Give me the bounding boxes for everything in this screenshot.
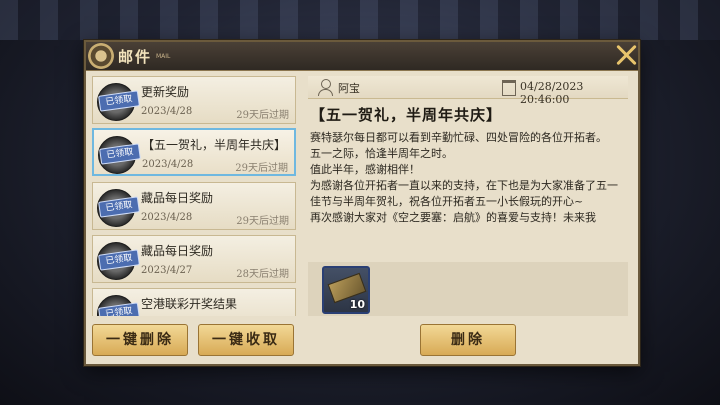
mail-title: 藏品每日奖励: [141, 244, 214, 258]
mail-body[interactable]: 赛特瑟尔每日都可以看到辛勤忙碌、四处冒险的各位开拓者。 五一之际，恰逢半周年之时…: [310, 130, 626, 226]
close-icon[interactable]: [612, 40, 642, 70]
body-line: 赛特瑟尔每日都可以看到辛勤忙碌、四处冒险的各位开拓者。: [310, 131, 607, 144]
mail-date: 2023/4/27: [141, 265, 193, 276]
mail-list[interactable]: 已领取 更新奖励 2023/4/28 29天后过期 已领取 【五一贺礼，半周年共…: [92, 76, 298, 316]
title-bar: 邮件 MAIL: [86, 42, 638, 71]
mail-item[interactable]: 已领取 空港联彩开奖结果: [92, 288, 296, 316]
body-line: 再次感谢大家对《空之要塞：启航》的喜爱与支持！未来我: [310, 211, 596, 224]
body-line: 值此半年，感谢相伴！: [310, 163, 420, 176]
mail-item[interactable]: 已领取 更新奖励 2023/4/28 29天后过期: [92, 76, 296, 124]
claim-all-button[interactable]: 一键收取: [198, 324, 294, 356]
mail-expire: 29天后过期: [236, 216, 289, 227]
mail-title: 【五一贺礼，半周年共庆】: [142, 138, 287, 152]
send-time: 04/28/2023 20:46:00: [520, 80, 584, 106]
window-title: 邮件: [118, 48, 153, 66]
mail-title: 空港联彩开奖结果: [141, 297, 238, 311]
mail-expire: 29天后过期: [235, 163, 288, 174]
delete-all-button[interactable]: 一键删除: [92, 324, 188, 356]
sender-name: 阿宝: [338, 82, 360, 95]
delete-button[interactable]: 删除: [420, 324, 516, 356]
mail-emblem-icon: [88, 43, 114, 69]
user-icon: [318, 79, 333, 96]
mail-title: 藏品每日奖励: [141, 191, 214, 205]
mail-date: 2023/4/28: [141, 212, 193, 223]
window-subtitle: MAIL: [156, 53, 171, 60]
mail-date: 2023/4/28: [142, 159, 194, 170]
body-line: 五一之际，恰逢半周年之时。: [310, 147, 453, 160]
mail-meta: 阿宝 04/28/2023 20:46:00: [308, 76, 628, 106]
body-line: 为感谢各位开拓者一直以来的支持，在下也是为大家准备了五一佳节与半周年贺礼，祝各位…: [310, 179, 618, 208]
mail-detail-title: 【五一贺礼，半周年共庆】: [310, 106, 503, 124]
item-count: 10: [349, 298, 365, 311]
mail-title: 更新奖励: [141, 85, 190, 99]
mail-item[interactable]: 已领取 藏品每日奖励 2023/4/28 29天后过期: [92, 182, 296, 230]
attachment-item[interactable]: 10: [322, 266, 370, 314]
mail-expire: 28天后过期: [236, 269, 289, 280]
mail-expire: 29天后过期: [236, 110, 289, 121]
mail-date: 2023/4/28: [141, 106, 193, 117]
attachment-area: 10: [308, 262, 628, 316]
mail-window: 邮件 MAIL 已领取 更新奖励 2023/4/28 29天后过期 已领取 【五…: [84, 40, 640, 366]
calendar-icon: [502, 80, 516, 96]
mail-item[interactable]: 已领取 藏品每日奖励 2023/4/27 28天后过期: [92, 235, 296, 283]
background-banner: [0, 0, 720, 40]
scroll-fade: [308, 244, 628, 262]
mail-item-selected[interactable]: 已领取 【五一贺礼，半周年共庆】 2023/4/28 29天后过期: [92, 128, 296, 176]
mail-detail: 阿宝 04/28/2023 20:46:00 【五一贺礼，半周年共庆】 赛特瑟尔…: [308, 76, 628, 316]
